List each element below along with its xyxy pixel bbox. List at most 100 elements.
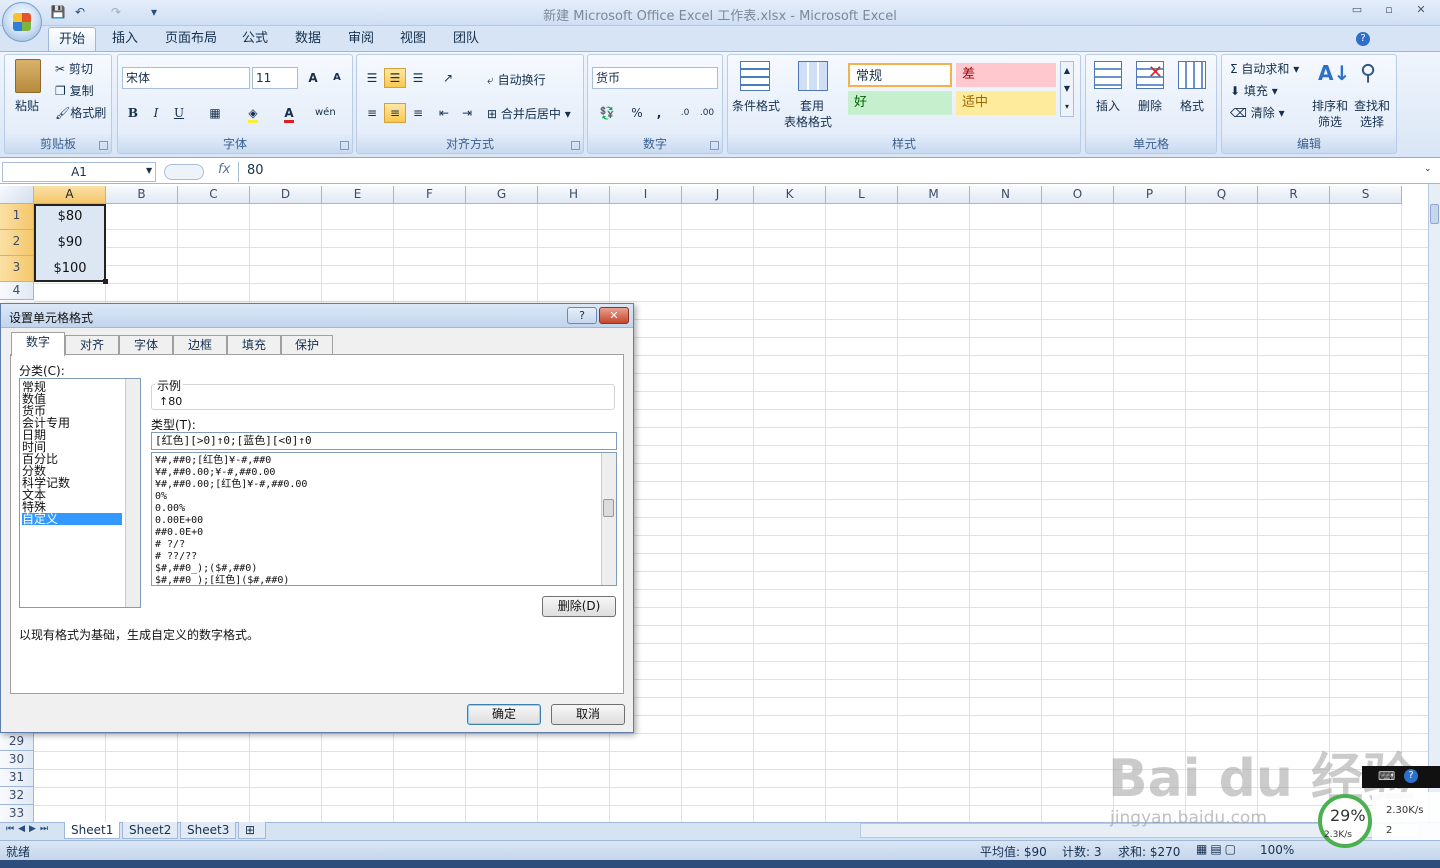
merge-center-button[interactable]: ⊞ 合并后居中 ▾	[487, 105, 571, 122]
dialog-tab-protection[interactable]: 保护	[281, 335, 333, 355]
font-name-select[interactable]: 宋体	[122, 67, 250, 89]
format-item[interactable]: # ??/??	[155, 551, 197, 563]
format-cells-button[interactable]: 格式	[1180, 97, 1204, 114]
column-header-f[interactable]: F	[394, 186, 466, 204]
column-header-p[interactable]: P	[1114, 186, 1186, 204]
tab-page-layout[interactable]: 页面布局	[155, 27, 227, 51]
style-normal[interactable]: 常规	[848, 63, 952, 87]
dialog-tab-alignment[interactable]: 对齐	[65, 335, 119, 355]
insert-function-button[interactable]: fx	[218, 162, 238, 182]
format-item[interactable]: ¥#,##0.00;¥-#,##0.00	[155, 467, 275, 479]
grow-font-button[interactable]: A	[302, 68, 324, 88]
sheet-tab-3[interactable]: Sheet3	[180, 822, 237, 839]
column-header-r[interactable]: R	[1258, 186, 1330, 204]
format-item[interactable]: ¥#,##0.00;[红色]¥-#,##0.00	[155, 479, 307, 491]
vertical-scrollbar[interactable]	[1428, 184, 1440, 822]
format-item[interactable]: $#,##0_);($#,##0)	[155, 563, 257, 575]
tab-home[interactable]: 开始	[48, 27, 97, 51]
dialog-tab-number[interactable]: 数字	[11, 332, 65, 356]
office-button[interactable]	[2, 2, 42, 42]
font-size-select[interactable]: 11	[252, 67, 298, 89]
style-bad[interactable]: 差	[956, 63, 1056, 87]
align-top-button[interactable]: ☰	[361, 68, 383, 88]
category-item[interactable]: 自定义	[22, 513, 122, 525]
category-list[interactable]: 常规 数值 货币 会计专用 日期 时间 百分比 分数 科学记数 文本 特殊 自定义	[19, 378, 141, 608]
row-header-30[interactable]: 30	[0, 751, 34, 769]
column-header-j[interactable]: J	[682, 186, 754, 204]
category-scrollbar[interactable]	[125, 379, 140, 607]
increase-indent-button[interactable]: ⇥	[456, 103, 478, 123]
column-header-k[interactable]: K	[754, 186, 826, 204]
cancel-button[interactable]: 取消	[551, 704, 625, 725]
insert-cells-button[interactable]: 插入	[1096, 97, 1120, 114]
table-format-line1[interactable]: 套用	[800, 97, 824, 114]
row-header-29[interactable]: 29	[0, 733, 34, 751]
align-left-button[interactable]: ≡	[361, 103, 383, 123]
alignment-launcher[interactable]	[571, 141, 580, 150]
cut-button[interactable]: ✂ 剪切	[55, 60, 93, 77]
name-box-dropdown-icon[interactable]: ▼	[146, 166, 152, 175]
format-item[interactable]: # ?/?	[155, 539, 185, 551]
view-buttons-icon[interactable]: ▦▤▢	[1196, 842, 1239, 856]
wrap-text-button[interactable]: ⤶ 自动换行	[487, 71, 546, 88]
column-header-e[interactable]: E	[322, 186, 394, 204]
sheet-nav-arrows-icon[interactable]: ⏮◀▶⏭	[6, 824, 52, 834]
copy-button[interactable]: ❐ 复制	[55, 82, 94, 99]
align-right-button[interactable]: ≡	[407, 103, 429, 123]
increase-decimal-button[interactable]: .0	[674, 103, 696, 123]
column-header-h[interactable]: H	[538, 186, 610, 204]
format-item[interactable]: ##0.0E+0	[155, 527, 203, 539]
column-header-b[interactable]: B	[106, 186, 178, 204]
find-select-line1[interactable]: 查找和	[1354, 97, 1390, 114]
percent-button[interactable]: %	[626, 103, 648, 123]
format-item[interactable]: 0.00%	[155, 503, 185, 515]
shrink-font-button[interactable]: A	[326, 68, 348, 88]
align-bottom-button[interactable]: ☰	[407, 68, 429, 88]
styles-scroll[interactable]: ▲ ▼ ▾	[1060, 61, 1074, 117]
find-select-button[interactable]: 选择	[1360, 113, 1384, 130]
formula-bar-slider[interactable]	[164, 164, 204, 180]
font-launcher[interactable]	[340, 141, 349, 150]
row-header-33[interactable]: 33	[0, 805, 34, 823]
dialog-tab-border[interactable]: 边框	[173, 335, 227, 355]
tab-view[interactable]: 视图	[390, 27, 436, 51]
table-format-button[interactable]: 表格格式	[784, 113, 832, 130]
delete-cells-button[interactable]: 删除	[1138, 97, 1162, 114]
tab-review[interactable]: 审阅	[338, 27, 384, 51]
column-header-q[interactable]: Q	[1186, 186, 1258, 204]
align-center-button[interactable]: ≡	[384, 103, 406, 123]
italic-button[interactable]: I	[145, 103, 167, 123]
row-header-1[interactable]: 1	[0, 204, 34, 230]
format-scrollbar[interactable]	[601, 453, 616, 585]
redo-icon[interactable]: ↷	[108, 5, 124, 21]
row-header-4[interactable]: 4	[0, 282, 34, 300]
select-all-corner[interactable]	[0, 186, 34, 204]
style-good[interactable]: 好	[848, 91, 952, 115]
row-header-31[interactable]: 31	[0, 769, 34, 787]
row-header-32[interactable]: 32	[0, 787, 34, 805]
formula-input[interactable]: 80	[238, 162, 1422, 182]
minimize-button[interactable]: ▭	[1346, 3, 1368, 19]
autosum-button[interactable]: Σ 自动求和 ▾	[1230, 60, 1299, 77]
format-item[interactable]: $#,##0_);[红色]($#,##0)	[155, 575, 289, 585]
currency-button[interactable]: 💱	[592, 103, 622, 123]
help-icon[interactable]: ?	[1356, 32, 1370, 46]
number-launcher[interactable]	[710, 141, 719, 150]
close-window-button[interactable]: ✕	[1410, 3, 1432, 19]
dialog-tab-fill[interactable]: 填充	[227, 335, 281, 355]
row-header-2[interactable]: 2	[0, 230, 34, 256]
maximize-button[interactable]: ▫	[1378, 3, 1400, 19]
underline-button[interactable]: U	[168, 103, 190, 123]
column-header-n[interactable]: N	[970, 186, 1042, 204]
insert-sheet-tab[interactable]: ⊞	[238, 822, 266, 839]
conditional-format-button[interactable]: 条件格式	[732, 97, 780, 114]
save-icon[interactable]: 💾	[50, 5, 66, 21]
dialog-tab-font[interactable]: 字体	[119, 335, 173, 355]
qat-customize-icon[interactable]: ▾	[146, 5, 162, 21]
clipboard-launcher[interactable]	[99, 141, 108, 150]
format-scroll-thumb[interactable]	[603, 499, 614, 517]
zoom-level[interactable]: 100%	[1260, 843, 1294, 857]
name-box[interactable]: A1	[2, 162, 156, 182]
style-neutral[interactable]: 适中	[956, 91, 1056, 115]
bold-button[interactable]: B	[122, 103, 144, 123]
